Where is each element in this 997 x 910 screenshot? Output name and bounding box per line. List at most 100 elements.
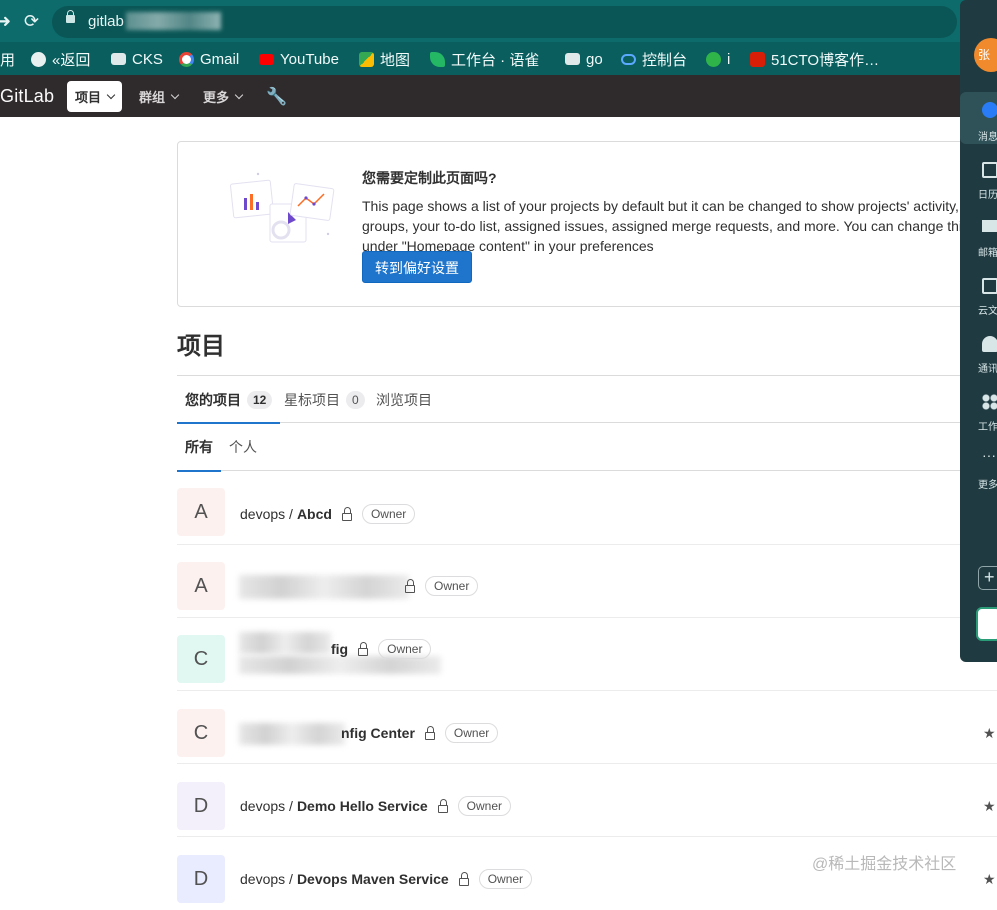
project-avatar[interactable]: A	[177, 562, 225, 610]
project-row[interactable]: A devops / Abcd Owner	[177, 472, 997, 545]
51cto-icon	[750, 51, 765, 67]
cloud-icon	[621, 53, 636, 65]
watermark: @稀土掘金技术社区	[812, 856, 957, 873]
bookmark-maps[interactable]: 地图	[359, 49, 410, 69]
tab-personal[interactable]: 个人	[229, 423, 257, 471]
sidebar-item-label: 消息	[978, 132, 997, 143]
project-avatar[interactable]: D	[177, 782, 225, 830]
project-filter-tabs: 所有 个人	[177, 423, 997, 472]
bookmark-yuque[interactable]: 工作台 · 语雀	[430, 49, 539, 69]
project-row[interactable]: A Owner	[177, 545, 997, 618]
chevron-down-icon	[234, 90, 244, 100]
project-namespace: devops /	[240, 798, 293, 814]
redacted-project-name	[239, 575, 409, 599]
lock-icon[interactable]	[66, 10, 75, 23]
bookmark-label: 控制台	[642, 51, 688, 69]
count-badge: 12	[247, 390, 273, 409]
document-icon	[982, 278, 997, 294]
add-button[interactable]: +	[978, 566, 997, 590]
bookmark-cks[interactable]: CKS	[111, 49, 163, 69]
project-name: Abcd	[296, 506, 332, 522]
project-row[interactable]: C fig Owner	[177, 618, 997, 691]
project-avatar[interactable]: C	[177, 709, 225, 757]
project-row[interactable]: D devops / Demo Hello Service Owner ★	[177, 764, 997, 837]
sidebar-item-workbench[interactable]: 工作台	[960, 386, 997, 436]
sidebar-item-more[interactable]: ··· 更多	[960, 444, 997, 494]
project-avatar[interactable]: C	[177, 635, 225, 683]
callout-body: This page shows a list of your projects …	[362, 198, 970, 254]
project-row[interactable]: C nfig Center Owner ★	[177, 691, 997, 764]
project-name: Devops Maven Service	[296, 871, 449, 887]
gitlab-logo[interactable]: GitLab	[0, 86, 54, 107]
go-to-preferences-button[interactable]: 转到偏好设置	[362, 251, 472, 283]
main-content: 您需要定制此页面吗? This page shows a list of you…	[176, 117, 997, 903]
project-name: fig	[331, 641, 349, 657]
bookmark-label: 用	[0, 51, 16, 69]
nav-groups-dropdown[interactable]: 群组	[131, 81, 186, 112]
bookmark-console[interactable]: 控制台	[621, 49, 687, 69]
gitlab-header: GitLab 项目 群组 更多 🔧	[0, 75, 997, 117]
admin-wrench-icon[interactable]: 🔧	[266, 87, 287, 107]
bookmark-gmail[interactable]: Gmail	[179, 49, 239, 69]
forward-icon[interactable]: ➜	[0, 11, 11, 31]
nav-groups-label: 群组	[139, 90, 166, 105]
customize-homepage-callout: 您需要定制此页面吗? This page shows a list of you…	[177, 141, 977, 307]
redacted-project-name	[239, 632, 331, 654]
tab-starred-projects[interactable]: 星标项目 0	[284, 376, 365, 423]
bookmark-label: Gmail	[200, 50, 240, 68]
bookmark-label: «返回	[52, 51, 91, 69]
tab-your-projects[interactable]: 您的项目 12	[176, 376, 281, 424]
private-lock-icon	[437, 798, 448, 813]
tab-explore-projects[interactable]: 浏览项目	[376, 376, 432, 423]
bookmark-i[interactable]: i	[706, 49, 730, 69]
nav-projects-dropdown[interactable]: 项目	[67, 81, 123, 112]
private-lock-icon	[341, 506, 352, 521]
message-icon	[982, 102, 997, 118]
sidebar-item-contacts[interactable]: 通讯录	[960, 328, 997, 378]
tab-label: 星标项目	[284, 391, 340, 408]
page-title: 项目	[177, 333, 225, 360]
private-lock-icon	[405, 578, 415, 593]
project-namespace: devops /	[240, 871, 293, 887]
reload-icon[interactable]: ⟳	[24, 11, 39, 31]
bookmark-51cto[interactable]: 51CTO博客作…	[750, 49, 879, 69]
star-icon[interactable]: ★	[983, 725, 996, 742]
chevron-down-icon	[106, 90, 116, 100]
nav-more-dropdown[interactable]: 更多	[195, 81, 250, 112]
tab-all[interactable]: 所有	[177, 423, 221, 472]
project-title[interactable]: devops / Abcd Owner	[240, 504, 416, 524]
bookmark-label: go	[586, 50, 603, 68]
project-avatar[interactable]: A	[177, 488, 225, 536]
dashboard-illustration-icon	[230, 172, 335, 243]
star-icon[interactable]: ★	[983, 871, 996, 888]
sidebar-item-docs[interactable]: 云文档	[960, 270, 997, 320]
bookmark-apps[interactable]: 用	[0, 49, 15, 69]
sidebar-item-messages[interactable]: 消息	[960, 92, 997, 144]
bookmark-go[interactable]: go	[565, 49, 603, 69]
sidebar-item-label: 邮箱	[978, 248, 997, 259]
bookmark-youtube[interactable]: YouTube	[259, 49, 339, 69]
star-icon[interactable]: ★	[983, 798, 996, 815]
project-title[interactable]: devops / Demo Hello Service Owner	[240, 796, 512, 816]
count-badge: 0	[346, 390, 365, 409]
project-title[interactable]: Owner	[395, 576, 479, 596]
project-title[interactable]: fig Owner	[327, 639, 432, 659]
role-badge: Owner	[444, 723, 499, 743]
app-shortcut-icon[interactable]	[976, 607, 997, 641]
tab-label: 浏览项目	[376, 391, 432, 408]
bookmark-label: YouTube	[280, 50, 339, 68]
project-title[interactable]: nfig Center Owner	[337, 723, 499, 743]
role-badge: Owner	[361, 504, 416, 524]
calendar-icon	[982, 162, 997, 178]
sidebar-item-calendar[interactable]: 日历	[960, 154, 997, 204]
bookmark-label: 51CTO博客作…	[771, 51, 880, 69]
project-title[interactable]: devops / Devops Maven Service Owner	[240, 869, 533, 889]
nav-projects-label: 项目	[75, 90, 102, 105]
sidebar-item-mail[interactable]: 邮箱	[960, 212, 997, 262]
bookmark-back[interactable]: «返回	[31, 49, 90, 69]
project-namespace: devops /	[240, 506, 293, 522]
project-avatar[interactable]: D	[177, 855, 225, 903]
chevron-down-icon	[170, 90, 180, 100]
folder-icon	[565, 53, 580, 65]
avatar[interactable]: 张	[974, 38, 997, 72]
